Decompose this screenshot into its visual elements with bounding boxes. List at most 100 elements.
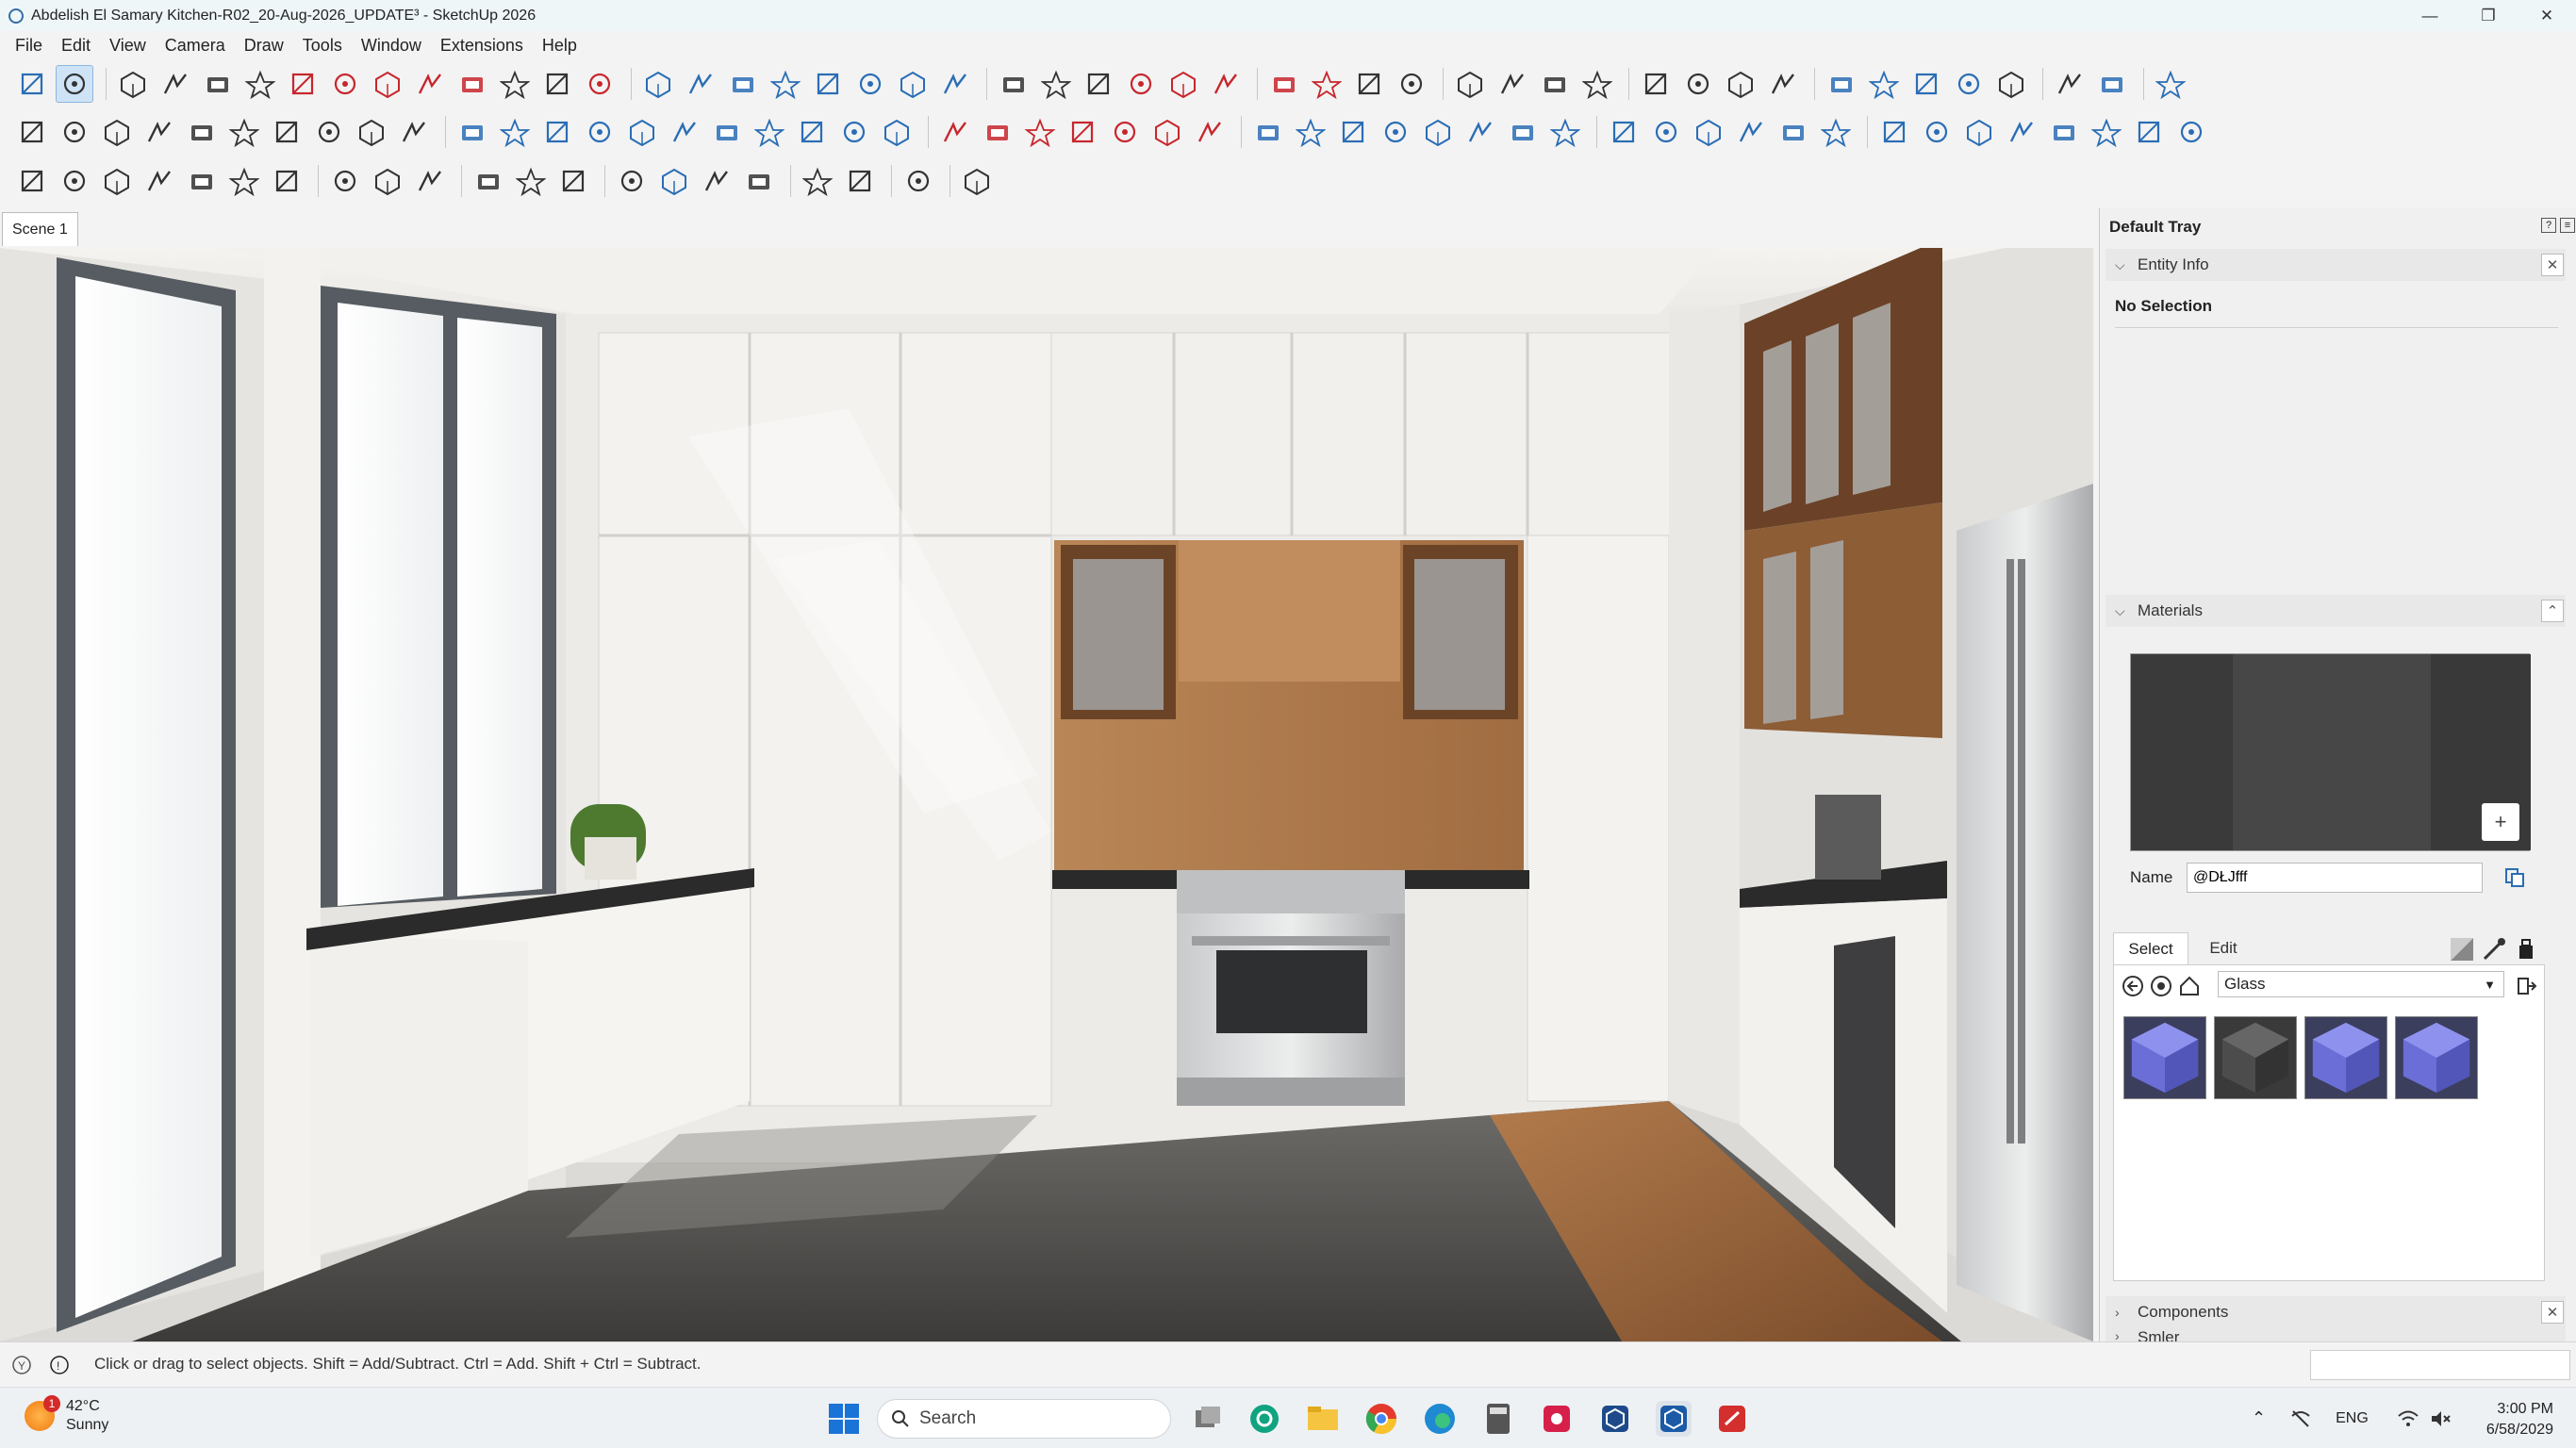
grid2-button[interactable]	[369, 162, 406, 200]
geolocation-icon[interactable]: Y	[11, 1355, 32, 1375]
scene-tab-1[interactable]: Scene 1	[2, 212, 78, 246]
menu-help[interactable]: Help	[542, 36, 577, 56]
view6-button[interactable]	[2088, 113, 2125, 151]
task-view-icon[interactable]	[1190, 1401, 1226, 1437]
select-button[interactable]	[56, 65, 93, 103]
render5-button[interactable]	[1419, 113, 1457, 151]
terrain7-button[interactable]	[1191, 113, 1229, 151]
orbit-button[interactable]	[639, 65, 677, 103]
styles-button[interactable]	[851, 65, 889, 103]
open-button[interactable]	[512, 162, 550, 200]
layout-app-icon[interactable]	[1714, 1401, 1750, 1437]
tab-select[interactable]: Select	[2113, 932, 2188, 964]
copy5-button[interactable]	[1775, 113, 1812, 151]
terrain4-button[interactable]	[1064, 113, 1101, 151]
shape7-button[interactable]	[708, 113, 746, 151]
material-swatch-glass-dark[interactable]	[2214, 1016, 2297, 1099]
push-pull-button[interactable]	[284, 65, 322, 103]
edge-icon[interactable]	[1422, 1401, 1458, 1437]
layers-button[interactable]	[809, 65, 847, 103]
drop2-button[interactable]	[1164, 65, 1202, 103]
paint-bucket-button[interactable]	[581, 65, 619, 103]
grid-button[interactable]	[326, 162, 364, 200]
follow-me-button[interactable]	[326, 65, 364, 103]
entity-info-header[interactable]: ⌵ Entity Info ✕	[2105, 249, 2566, 281]
taskbar-clock[interactable]: 3:00 PM 6/58/2029	[2469, 1399, 2553, 1440]
line-button[interactable]	[199, 65, 237, 103]
terrain6-button[interactable]	[1148, 113, 1186, 151]
paste-button[interactable]	[698, 162, 735, 200]
offset-button[interactable]	[496, 65, 534, 103]
solid3-button[interactable]	[1907, 65, 1945, 103]
copy7-button[interactable]	[655, 162, 693, 200]
rotate-button[interactable]	[411, 65, 449, 103]
zoom-extents-button[interactable]	[724, 65, 762, 103]
render3-button[interactable]	[1334, 113, 1372, 151]
create-material-button[interactable]: +	[2482, 803, 2519, 841]
axes2-button[interactable]	[1679, 65, 1717, 103]
close-button[interactable]: ✕	[2518, 0, 2576, 31]
building2-button[interactable]	[268, 162, 305, 200]
save-button[interactable]	[554, 162, 592, 200]
grid3-button[interactable]	[411, 162, 449, 200]
wifi-icon[interactable]	[2397, 1408, 2419, 1429]
draw-pencil-button[interactable]	[13, 113, 51, 151]
calculator-icon[interactable]	[1480, 1401, 1516, 1437]
info-button[interactable]	[958, 162, 996, 200]
view-button[interactable]	[1875, 113, 1913, 151]
close-button[interactable]	[1080, 65, 1117, 103]
building-button[interactable]	[225, 162, 263, 200]
close-entity-info-button[interactable]: ✕	[2541, 254, 2564, 276]
page-button[interactable]	[2051, 65, 2089, 103]
components-header[interactable]: › Components ✕	[2105, 1296, 2566, 1328]
box4-button[interactable]	[1578, 65, 1616, 103]
plant-button[interactable]	[140, 162, 178, 200]
tab-edit[interactable]: Edit	[2190, 932, 2256, 964]
view8-button[interactable]	[2172, 113, 2210, 151]
magnet2-button[interactable]	[1393, 65, 1430, 103]
styles-header[interactable]: › Smler	[2105, 1328, 2566, 1341]
volume-muted-icon[interactable]	[2429, 1408, 2452, 1429]
copy2-button[interactable]	[1647, 113, 1685, 151]
sandbox-button[interactable]	[13, 162, 51, 200]
box-button[interactable]	[1451, 65, 1489, 103]
file-explorer-icon[interactable]	[1305, 1401, 1341, 1437]
shape11-button[interactable]	[878, 113, 916, 151]
in-model-icon[interactable]	[2150, 975, 2172, 997]
paint-bucket-icon[interactable]	[2513, 936, 2539, 963]
back-icon[interactable]	[2122, 975, 2144, 997]
render-button[interactable]	[1249, 113, 1287, 151]
duplicate-icon[interactable]	[2503, 866, 2526, 889]
render4-button[interactable]	[1377, 113, 1414, 151]
view4-button[interactable]	[2003, 113, 2040, 151]
section-button[interactable]	[767, 65, 804, 103]
render8-button[interactable]	[1546, 113, 1584, 151]
chevron-up-icon[interactable]: ⌃	[2252, 1408, 2266, 1428]
extension-button[interactable]	[2152, 65, 2189, 103]
draw-rect-button[interactable]	[98, 113, 136, 151]
help-icon[interactable]: ?	[2541, 218, 2556, 233]
view2-button[interactable]	[1918, 113, 1956, 151]
drop4-button[interactable]	[1265, 65, 1303, 103]
menu-tools[interactable]: Tools	[303, 36, 342, 56]
draw-rect2-button[interactable]	[140, 113, 178, 151]
pan-button[interactable]	[682, 65, 719, 103]
render2-button[interactable]	[1292, 113, 1329, 151]
shape8-button[interactable]	[751, 113, 788, 151]
materials-header[interactable]: ⌵ Materials ⌃	[2105, 595, 2566, 627]
draw-circle-button[interactable]	[183, 113, 221, 151]
drop5-button[interactable]	[1308, 65, 1346, 103]
render7-button[interactable]	[1504, 113, 1542, 151]
settings-button[interactable]	[1037, 65, 1075, 103]
display-secondary-icon[interactable]	[2449, 936, 2475, 963]
magnet-button[interactable]	[1350, 65, 1388, 103]
terrain2-button[interactable]	[979, 113, 1016, 151]
material-swatch-glass-blue[interactable]	[2123, 1016, 2206, 1099]
details-arrow-icon[interactable]	[2516, 975, 2538, 997]
delete-button[interactable]	[740, 162, 778, 200]
drop-button[interactable]	[1122, 65, 1160, 103]
maximize-button[interactable]: ❐	[2459, 0, 2518, 31]
cube-button[interactable]	[56, 162, 93, 200]
measure-button[interactable]	[1764, 65, 1802, 103]
chatgpt-icon[interactable]	[1247, 1401, 1282, 1437]
